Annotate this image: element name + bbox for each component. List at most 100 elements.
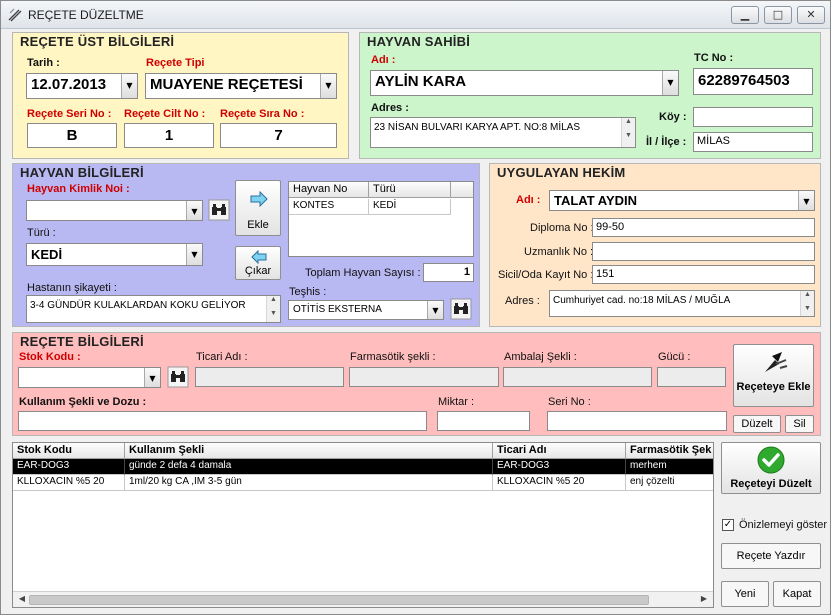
scroll-arrows-icon[interactable]: ▲ ▼ bbox=[800, 291, 814, 316]
farma-cell: merhem bbox=[626, 459, 713, 475]
scrollbar-thumb[interactable] bbox=[29, 595, 649, 605]
sicil-label: Sicil/Oda Kayıt No : bbox=[498, 269, 594, 281]
tc-no-field[interactable]: 62289764503 bbox=[693, 68, 813, 95]
chevron-down-icon[interactable]: ▼ bbox=[798, 191, 814, 210]
farmasotik-header[interactable]: Farmasötik Şek bbox=[626, 443, 713, 459]
chevron-down-icon[interactable]: ▼ bbox=[186, 201, 202, 220]
scroll-arrows-icon[interactable]: ▲ ▼ bbox=[266, 296, 280, 322]
il-ilce-field[interactable]: MİLAS bbox=[693, 132, 813, 152]
farmasotik-label: Farmasötik şekli : bbox=[350, 351, 436, 363]
cikar-label: Çıkar bbox=[244, 265, 272, 277]
binoculars-icon[interactable] bbox=[450, 298, 472, 320]
tc-no-label: TC No : bbox=[694, 52, 734, 64]
kullanim-header[interactable]: Kullanım Şekli bbox=[125, 443, 493, 459]
hekim-adres-field[interactable]: Cumhuriyet cad. no:18 MİLAS / MUĞLA ▲ ▼ bbox=[549, 290, 815, 317]
toplam-field: 1 bbox=[423, 263, 474, 282]
kimlik-no-select[interactable]: ▼ bbox=[26, 200, 203, 221]
kullanim-cell: günde 2 defa 4 damala bbox=[125, 459, 493, 475]
hayvan-turu-cell: KEDİ bbox=[369, 199, 451, 215]
kullanim-cell: 1ml/20 kg CA ,IM 3-5 gün bbox=[125, 475, 493, 491]
scroll-arrows-icon[interactable]: ▲ ▼ bbox=[621, 118, 635, 147]
hekim-adi-select[interactable]: TALAT AYDIN ▼ bbox=[549, 190, 815, 211]
chevron-down-icon[interactable]: ▼ bbox=[144, 368, 160, 387]
turu-header[interactable]: Türü bbox=[369, 182, 451, 198]
ticari-adi-field bbox=[195, 367, 344, 387]
cilt-no-field[interactable]: 1 bbox=[124, 123, 214, 148]
hayvan-table[interactable]: Hayvan No Türü KONTES KEDİ bbox=[288, 181, 474, 257]
stok-kodu-header[interactable]: Stok Kodu bbox=[13, 443, 125, 459]
ambalaj-label: Ambalaj Şekli : bbox=[504, 351, 577, 363]
chevron-down-icon[interactable]: ▼ bbox=[121, 74, 137, 98]
sikayet-value: 3-4 GÜNDÜR KULAKLARDAN KOKU GELİYOR bbox=[30, 300, 246, 311]
close-button[interactable]: ✕ bbox=[797, 6, 825, 24]
recete-ekle-button[interactable]: Reçeteye Ekle bbox=[733, 344, 814, 407]
seri-no-ilac-field[interactable] bbox=[547, 411, 727, 431]
recete-tipi-value: MUAYENE REÇETESİ bbox=[150, 76, 303, 93]
binoculars-icon[interactable] bbox=[208, 199, 230, 221]
ilac-grid[interactable]: Stok Kodu Kullanım Şekli Ticari Adı Farm… bbox=[12, 442, 714, 608]
seri-no-ilac-label: Seri No : bbox=[548, 396, 591, 408]
minimize-button[interactable]: ▁ bbox=[731, 6, 759, 24]
sahip-adres-field[interactable]: 23 NİSAN BULVARI KARYA APT. NO:8 MİLAS ▲… bbox=[370, 117, 636, 148]
ekle-button[interactable]: Ekle bbox=[235, 180, 281, 236]
recete-tipi-select[interactable]: MUAYENE REÇETESİ ▼ bbox=[145, 73, 337, 99]
title-bar: REÇETE DÜZELTME ▁ □ ✕ bbox=[1, 1, 830, 29]
sahip-adi-select[interactable]: AYLİN KARA ▼ bbox=[370, 70, 679, 96]
hekim-adi-value: TALAT AYDIN bbox=[554, 193, 638, 208]
cikar-button[interactable]: Çıkar bbox=[235, 246, 281, 280]
recete-tipi-label: Reçete Tipi bbox=[146, 57, 205, 69]
cilt-no-label: Reçete Cilt No : bbox=[124, 108, 206, 120]
kapat-button[interactable]: Kapat bbox=[773, 581, 821, 607]
koy-field[interactable] bbox=[693, 107, 813, 127]
chevron-down-icon[interactable]: ▼ bbox=[186, 244, 202, 265]
sicil-field[interactable]: 151 bbox=[592, 265, 815, 284]
farma-cell: enj çözelti bbox=[626, 475, 713, 491]
teshis-select[interactable]: OTİTİS EKSTERNA ▼ bbox=[288, 300, 444, 320]
stok-kodu-select[interactable]: ▼ bbox=[18, 367, 161, 388]
prescription-icon bbox=[765, 352, 788, 372]
ekle-label: Ekle bbox=[247, 219, 269, 231]
sira-no-field[interactable]: 7 bbox=[220, 123, 337, 148]
app-icon bbox=[8, 8, 22, 22]
recete-yazdir-button[interactable]: Reçete Yazdır bbox=[721, 543, 821, 569]
onizleme-label: Önizlemeyi göster bbox=[739, 519, 828, 531]
maximize-button[interactable]: □ bbox=[764, 6, 792, 24]
hayvan-no-header[interactable]: Hayvan No bbox=[289, 182, 369, 198]
receteyi-duzelt-button[interactable]: Reçeteyi Düzelt bbox=[721, 442, 821, 494]
diploma-label: Diploma No : bbox=[530, 222, 594, 234]
ambalaj-field bbox=[503, 367, 652, 387]
scroll-left-icon[interactable]: ◀ bbox=[15, 594, 29, 603]
ticari-adi-header[interactable]: Ticari Adı bbox=[493, 443, 626, 459]
teshis-value: OTİTİS EKSTERNA bbox=[293, 304, 382, 315]
hayvan-sahibi-title: HAYVAN SAHİBİ bbox=[367, 34, 471, 49]
recete-bilgileri-panel: REÇETE BİLGİLERİ Stok Kodu : ▼ Ticari Ad… bbox=[12, 332, 821, 436]
receteyi-duzelt-label: Reçeteyi Düzelt bbox=[730, 478, 812, 490]
seri-no-field[interactable]: B bbox=[27, 123, 117, 148]
onizleme-checkbox[interactable]: ✓ bbox=[722, 519, 734, 531]
yeni-button[interactable]: Yeni bbox=[721, 581, 769, 607]
scroll-right-icon[interactable]: ▶ bbox=[697, 594, 711, 603]
empty-header bbox=[451, 182, 473, 198]
miktar-field[interactable] bbox=[437, 411, 530, 431]
uzmanlik-field[interactable] bbox=[592, 242, 815, 261]
binoculars-icon[interactable] bbox=[167, 366, 189, 388]
turu-select[interactable]: KEDİ ▼ bbox=[26, 243, 203, 266]
gucu-label: Gücü : bbox=[658, 351, 691, 363]
duzelt-button[interactable]: Düzelt bbox=[733, 415, 781, 433]
ticari-cell: EAR-DOG3 bbox=[493, 459, 626, 475]
ticari-adi-label: Ticari Adı : bbox=[196, 351, 248, 363]
diploma-field[interactable]: 99-50 bbox=[592, 218, 815, 237]
chevron-down-icon[interactable]: ▼ bbox=[662, 71, 678, 95]
chevron-down-icon[interactable]: ▼ bbox=[320, 74, 336, 98]
toplam-label: Toplam Hayvan Sayısı : bbox=[305, 267, 421, 279]
hayvan-bilgileri-panel: HAYVAN BİLGİLERİ Hayvan Kimlik Noi : ▼ T… bbox=[12, 163, 480, 327]
chevron-down-icon[interactable]: ▼ bbox=[427, 301, 443, 319]
stok-cell: KLLOXACIN %5 20 bbox=[13, 475, 125, 491]
sil-button[interactable]: Sil bbox=[785, 415, 814, 433]
hayvan-no-cell: KONTES bbox=[289, 199, 369, 215]
sikayet-field[interactable]: 3-4 GÜNDÜR KULAKLARDAN KOKU GELİYOR ▲ ▼ bbox=[26, 295, 281, 323]
teshis-label: Teşhis : bbox=[289, 286, 327, 298]
kullanim-field[interactable] bbox=[18, 411, 427, 431]
tarih-picker[interactable]: 12.07.2013 ▼ bbox=[26, 73, 138, 99]
horizontal-scrollbar[interactable]: ◀ ▶ bbox=[13, 591, 713, 607]
